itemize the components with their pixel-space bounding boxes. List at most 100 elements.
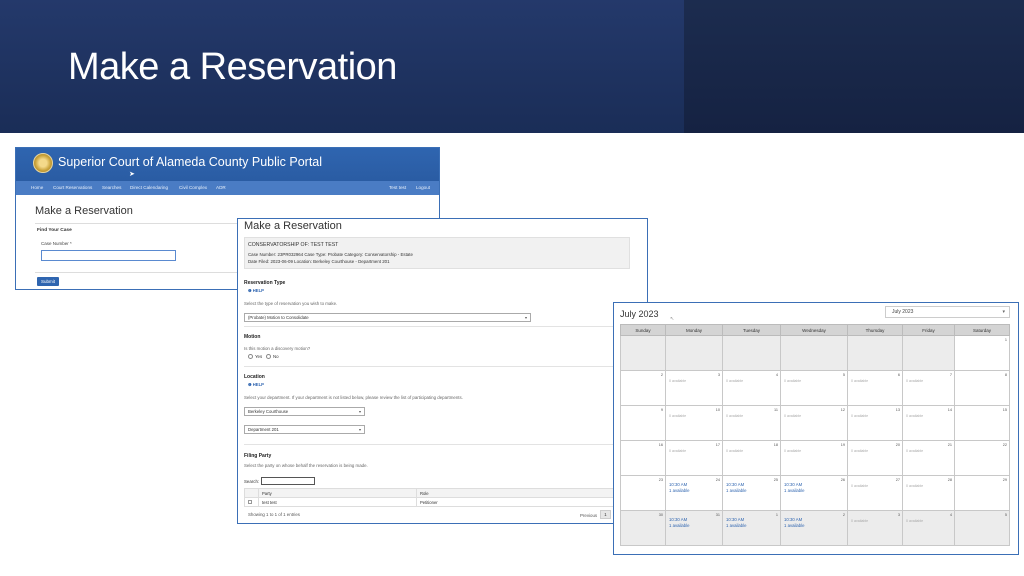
find-case-label: Find Your Case [37, 228, 72, 233]
calendar-title: July 2023 [620, 309, 659, 319]
title-band-accent [684, 0, 1024, 133]
calendar-day-cell[interactable]: 24 10:30 AM 1 available [665, 475, 723, 511]
case-number-input[interactable] [41, 250, 176, 261]
calendar-day-cell[interactable]: 12 0 available [780, 405, 848, 441]
slot-time: 10:30 AM [784, 517, 803, 522]
day-number: 20 [895, 443, 900, 447]
reservation-type-value: (Probate) Motion to Consolidate [248, 315, 309, 320]
day-number: 29 [1002, 478, 1007, 482]
nav-civil-complex[interactable]: Civil Complex [179, 185, 207, 190]
calendar-day-cell[interactable]: 17 0 available [665, 440, 723, 476]
calendar-day-cell[interactable]: 11 0 available [722, 405, 781, 441]
calendar-day-cell[interactable]: 6 0 available [847, 370, 903, 406]
help-link[interactable]: HELP [248, 288, 264, 293]
calendar-day-cell[interactable]: 27 0 available [847, 475, 903, 511]
calendar-day-cell[interactable]: 7 0 available [902, 370, 955, 406]
calendar-day-cell[interactable]: 10 0 available [665, 405, 723, 441]
day-number: 15 [1002, 408, 1007, 412]
calendar-grid: Sunday Monday Tuesday Wednesday Thursday… [620, 324, 1010, 546]
case-line-2: Date Filed: 2023-06-09 Location: Berkele… [248, 259, 390, 264]
time-slot-link[interactable]: 10:30 AM 1 available [669, 482, 690, 493]
availability-text: 0 available [784, 379, 802, 383]
chevron-down-icon: ▾ [524, 315, 527, 320]
party-cell: test test [258, 497, 417, 507]
calendar-day-cell [620, 335, 666, 371]
motion-no-option[interactable]: No [266, 354, 279, 360]
nav-user[interactable]: Test test [389, 185, 406, 190]
nav-court-reservations[interactable]: Court Reservations [53, 185, 92, 190]
day-number: 30 [658, 513, 663, 517]
calendar-day-cell[interactable]: 13 0 available [847, 405, 903, 441]
calendar-day-cell[interactable]: 5 0 available [780, 370, 848, 406]
page-1-button[interactable]: 1 [600, 510, 611, 519]
submit-button[interactable]: Submit [37, 277, 59, 286]
calendar-day-cell[interactable]: 2 10:30 AM 1 available [780, 510, 848, 546]
time-slot-link[interactable]: 10:30 AM 1 available [784, 482, 805, 493]
calendar-day-cell[interactable]: 20 0 available [847, 440, 903, 476]
calendar-day-cell [902, 335, 955, 371]
calendar-day-cell[interactable]: 3 0 available [665, 370, 723, 406]
slot-time: 10:30 AM [726, 482, 745, 487]
nav-home[interactable]: Home [31, 185, 43, 190]
calendar-day-cell[interactable]: 28 0 available [902, 475, 955, 511]
time-slot-link[interactable]: 10:30 AM 1 available [726, 482, 747, 493]
radio-no[interactable] [266, 354, 271, 360]
day-number: 3 [717, 373, 720, 377]
calendar-day-cell[interactable]: 25 10:30 AM 1 available [722, 475, 781, 511]
calendar-day-cell[interactable]: 19 0 available [780, 440, 848, 476]
search-input[interactable] [261, 477, 315, 485]
previous-button[interactable]: Previous [580, 513, 597, 518]
calendar-day-cell[interactable]: 26 10:30 AM 1 available [780, 475, 848, 511]
calendar-day-cell[interactable]: 14 0 available [902, 405, 955, 441]
day-number: 28 [947, 478, 952, 482]
calendar-day-cell[interactable]: 4 0 available [722, 370, 781, 406]
calendar-day-cell[interactable]: 5 [954, 510, 1010, 546]
calendar-week-row: 16 17 0 available 18 0 available 19 0 availabl… [620, 440, 1010, 476]
day-number: 4 [949, 513, 952, 517]
calendar-day-cell[interactable]: 9 [620, 405, 666, 441]
calendar-day-cell[interactable]: 30 [620, 510, 666, 546]
nav-direct-calendaring[interactable]: Direct Calendaring [130, 185, 168, 190]
calendar-day-cell[interactable]: 21 0 available [902, 440, 955, 476]
calendar-day-cell[interactable]: 3 0 available [847, 510, 903, 546]
row-checkbox-cell[interactable] [244, 497, 259, 507]
row-checkbox[interactable] [248, 499, 252, 504]
nav-searches[interactable]: Searches [102, 185, 121, 190]
calendar-day-cell[interactable]: 16 [620, 440, 666, 476]
day-number: 2 [660, 373, 663, 377]
calendar-day-cell[interactable]: 1 [954, 335, 1010, 371]
time-slot-link[interactable]: 10:30 AM 1 available [784, 517, 805, 528]
radio-yes[interactable] [248, 354, 253, 360]
motion-yes-option[interactable]: Yes [248, 354, 262, 360]
time-slot-link[interactable]: 10:30 AM 1 available [669, 517, 690, 528]
calendar-day-cell[interactable]: 23 [620, 475, 666, 511]
calendar-day-cell[interactable]: 1 10:30 AM 1 available [722, 510, 781, 546]
help-link[interactable]: HELP [248, 382, 264, 387]
party-column-header[interactable]: Party [258, 488, 417, 498]
calendar-day-cell[interactable]: 2 [620, 370, 666, 406]
nav-adr[interactable]: ADR [216, 185, 226, 190]
slot-available: 1 available [726, 522, 747, 528]
day-number: 8 [1004, 373, 1007, 377]
slide: Make a Reservation Superior Court of Ala… [0, 0, 1024, 576]
slot-time: 10:30 AM [669, 517, 688, 522]
day-number: 2 [842, 513, 845, 517]
role-column-header[interactable]: Role [416, 488, 624, 498]
time-slot-link[interactable]: 10:30 AM 1 available [726, 517, 747, 528]
day-number: 11 [774, 408, 778, 412]
calendar-day-cell[interactable]: 18 0 available [722, 440, 781, 476]
month-select[interactable]: July 2023 ▾ [885, 306, 1010, 318]
calendar-day-cell[interactable]: 31 10:30 AM 1 available [665, 510, 723, 546]
courthouse-select[interactable]: Berkeley Courthouse ▾ [244, 407, 365, 416]
calendar-day-cell[interactable]: 8 [954, 370, 1010, 406]
table-row[interactable]: test test Petitioner [244, 497, 624, 507]
calendar-day-cell[interactable]: 22 [954, 440, 1010, 476]
chevron-down-icon: ▾ [358, 427, 361, 432]
calendar-day-cell[interactable]: 15 [954, 405, 1010, 441]
calendar-day-cell [665, 335, 723, 371]
department-select[interactable]: Department 201 ▾ [244, 425, 365, 434]
calendar-day-cell[interactable]: 29 [954, 475, 1010, 511]
reservation-type-select[interactable]: (Probate) Motion to Consolidate ▾ [244, 313, 531, 322]
nav-logout[interactable]: Logout [416, 185, 430, 190]
calendar-day-cell[interactable]: 4 0 available [902, 510, 955, 546]
